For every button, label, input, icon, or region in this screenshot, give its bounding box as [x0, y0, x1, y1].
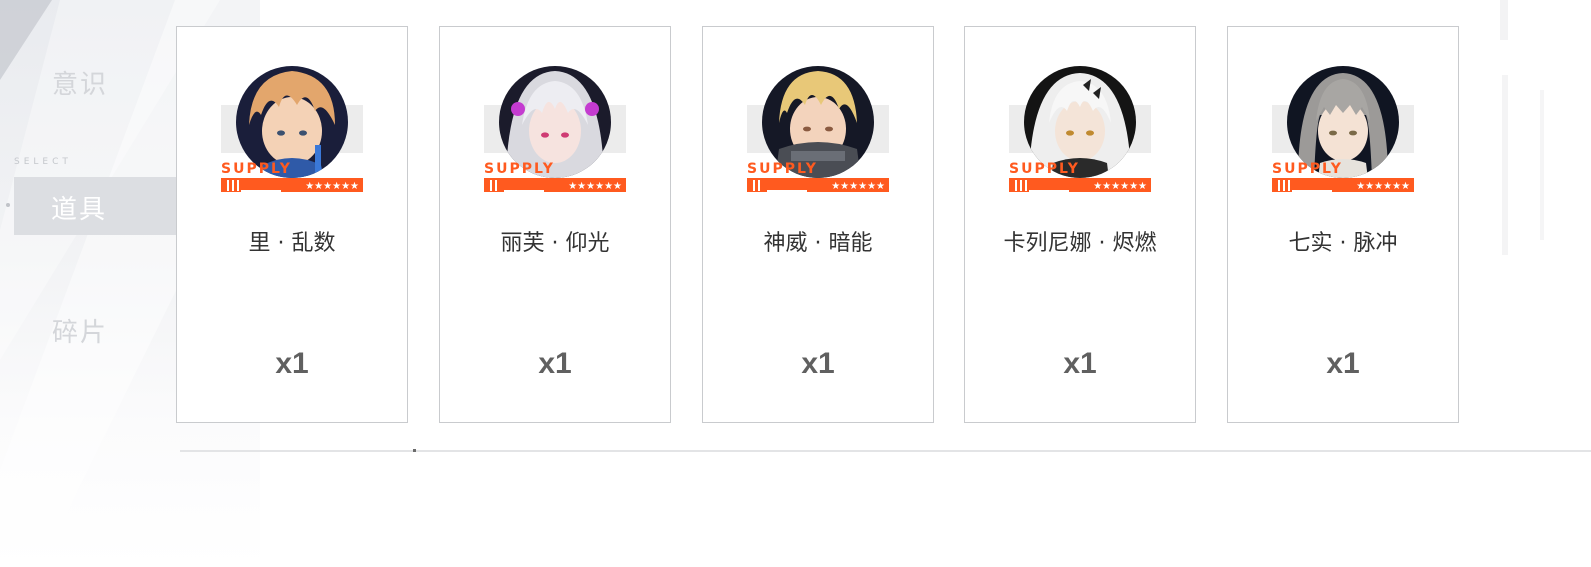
supply-badge: SUPPLY	[1272, 161, 1343, 177]
rarity-bar: ★★★★★★	[484, 178, 626, 192]
item-card[interactable]: SUPPLY ★★★★★★ 丽芙 · 仰光 x1	[439, 26, 671, 423]
menu-item-items-label: 道具	[51, 195, 108, 225]
item-quantity: x1	[1063, 347, 1097, 380]
item-quantity: x1	[275, 347, 309, 380]
rarity-bar: ★★★★★★	[1272, 178, 1414, 192]
divider-marker	[413, 449, 416, 452]
rarity-stars: ★★★★★★	[1356, 181, 1410, 192]
item-card[interactable]: SUPPLY ★★★★★★ 七实 · 脉冲 x1	[1227, 26, 1459, 423]
item-name: 里 · 乱数	[248, 231, 336, 256]
item-quantity: x1	[801, 347, 835, 380]
item-name: 卡列尼娜 · 烬燃	[1003, 231, 1157, 256]
supply-badge: SUPPLY	[484, 161, 555, 177]
item-quantity: x1	[538, 347, 572, 380]
item-card[interactable]: SUPPLY ★★★★★★ 里 · 乱数 x1	[176, 26, 408, 423]
menu-item-items[interactable]: 道具	[14, 177, 176, 235]
item-name: 神威 · 暗能	[763, 231, 873, 256]
divider	[180, 450, 1591, 452]
supply-badge: SUPPLY	[1009, 161, 1080, 177]
supply-badge: SUPPLY	[747, 161, 818, 177]
rarity-bar: ★★★★★★	[1009, 178, 1151, 192]
rarity-bar: ★★★★★★	[747, 178, 889, 192]
item-card[interactable]: SUPPLY ★★★★★★ 卡列尼娜 · 烬燃 x1	[964, 26, 1196, 423]
menu-item-awareness[interactable]: 意识	[52, 64, 108, 101]
item-card[interactable]: SUPPLY ★★★★★★ 神威 · 暗能 x1	[702, 26, 934, 423]
menu-item-fragments[interactable]: 碎片	[52, 312, 108, 349]
active-indicator	[6, 203, 10, 207]
rarity-stars: ★★★★★★	[305, 181, 359, 192]
item-name: 七实 · 脉冲	[1288, 231, 1398, 256]
item-name: 丽芙 · 仰光	[500, 231, 610, 256]
select-caption: SELECT	[14, 157, 72, 167]
item-quantity: x1	[1326, 347, 1360, 380]
background-decoration	[1500, 0, 1544, 255]
supply-badge: SUPPLY	[221, 161, 292, 177]
rarity-bar: ★★★★★★	[221, 178, 363, 192]
rarity-stars: ★★★★★★	[831, 181, 885, 192]
side-menu: 意识 SELECT 道具 碎片	[0, 0, 176, 567]
rarity-stars: ★★★★★★	[568, 181, 622, 192]
rarity-stars: ★★★★★★	[1093, 181, 1147, 192]
